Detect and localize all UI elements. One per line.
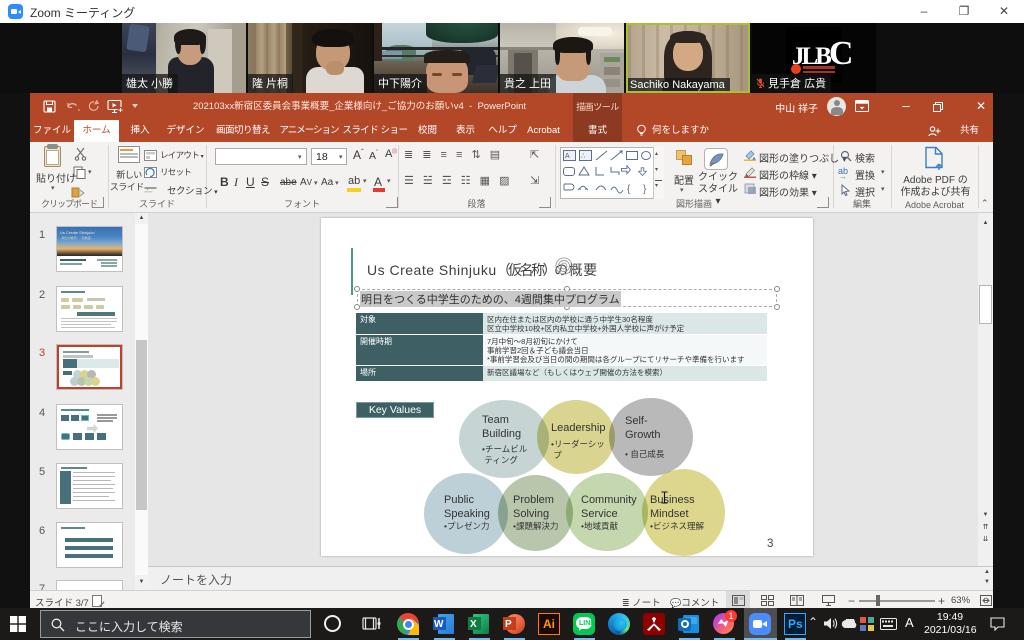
svg-text:∴: ∴ xyxy=(581,153,586,160)
svg-text:}: } xyxy=(643,184,647,195)
svg-text:A: A xyxy=(565,153,570,160)
svg-text:{: { xyxy=(627,184,631,195)
